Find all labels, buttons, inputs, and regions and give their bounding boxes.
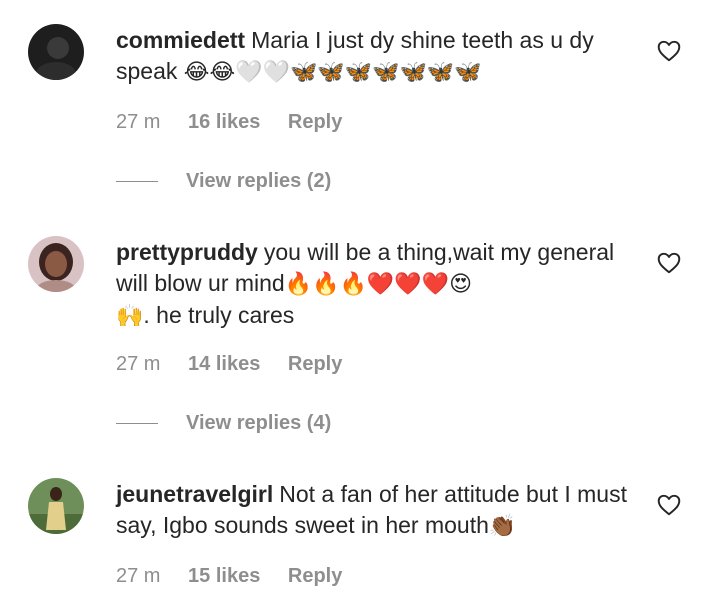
comment-meta: 27 m 16 likes Reply <box>116 111 342 134</box>
reply-button[interactable]: Reply <box>288 565 342 587</box>
comment-text: commiedett Maria I just dy shine teeth as… <box>116 25 636 88</box>
username-link[interactable]: commiedett <box>116 27 245 53</box>
reply-button[interactable]: Reply <box>288 353 342 375</box>
divider <box>116 423 158 424</box>
heart-icon[interactable] <box>656 38 682 64</box>
comment-body-cont: . he truly cares <box>143 302 295 328</box>
comment-emojis: 🔥🔥🔥❤️❤️❤️😍 <box>284 272 473 297</box>
view-replies-button[interactable]: View replies (4) <box>116 412 331 435</box>
avatar[interactable] <box>28 236 84 292</box>
reply-button[interactable]: Reply <box>288 111 342 133</box>
username-link[interactable]: jeunetravelgirl <box>116 481 273 507</box>
woman-portrait-icon <box>28 236 84 292</box>
heart-icon[interactable] <box>656 250 682 276</box>
comment-text: prettypruddy you will be a thing,wait my … <box>116 237 636 332</box>
timestamp[interactable]: 27 m <box>116 111 160 133</box>
likes-count[interactable]: 16 likes <box>188 111 260 133</box>
comment-text: jeunetravelgirl Not a fan of her attitude… <box>116 479 636 542</box>
username-link[interactable]: prettypruddy <box>116 239 258 265</box>
divider <box>116 181 158 182</box>
avatar[interactable] <box>28 24 84 80</box>
outdoor-portrait-icon <box>28 478 84 534</box>
dark-avatar-icon <box>28 24 84 80</box>
view-replies-label: View replies (2) <box>186 170 332 192</box>
heart-icon[interactable] <box>656 492 682 518</box>
view-replies-label: View replies (4) <box>186 412 332 434</box>
comment-meta: 27 m 15 likes Reply <box>116 565 342 588</box>
view-replies-button[interactable]: View replies (2) <box>116 170 331 193</box>
likes-count[interactable]: 14 likes <box>188 353 260 375</box>
comment-emojis: 😂😂🤍🤍🦋🦋🦋🦋🦋🦋🦋 <box>183 60 482 85</box>
likes-count[interactable]: 15 likes <box>188 565 260 587</box>
timestamp[interactable]: 27 m <box>116 353 160 375</box>
comment-meta: 27 m 14 likes Reply <box>116 353 342 376</box>
timestamp[interactable]: 27 m <box>116 565 160 587</box>
avatar[interactable] <box>28 478 84 534</box>
clapping-emoji: 👏🏾 <box>488 514 517 539</box>
raised-hands-emoji: 🙌 <box>116 304 144 329</box>
